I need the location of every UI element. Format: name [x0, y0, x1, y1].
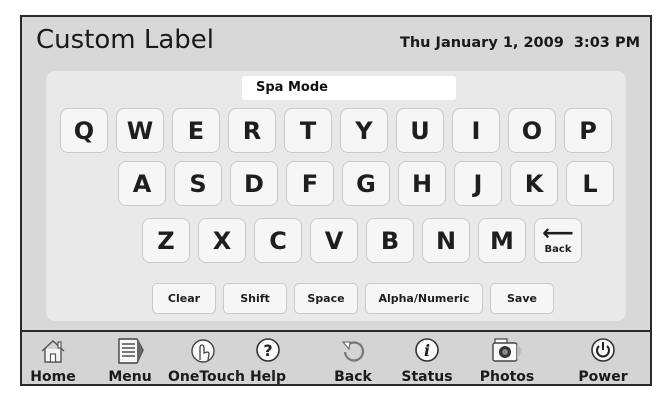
nav-menu-label: Menu — [108, 369, 152, 385]
key-d[interactable]: D — [230, 161, 278, 206]
nav-power[interactable]: Power — [568, 332, 638, 385]
backspace-label: Back — [544, 244, 572, 255]
power-icon — [591, 338, 615, 362]
time-label: 3:03 PM — [573, 35, 640, 51]
save-button[interactable]: Save — [490, 283, 554, 314]
key-f[interactable]: F — [286, 161, 334, 206]
key-b[interactable]: B — [366, 218, 414, 263]
alpha-numeric-button[interactable]: Alpha/Numeric — [365, 283, 483, 314]
key-m[interactable]: M — [478, 218, 526, 263]
status-glyph: i — [424, 341, 430, 360]
key-g[interactable]: G — [342, 161, 390, 206]
header: Custom Label Thu January 1, 2009 3:03 PM — [22, 17, 650, 69]
key-v[interactable]: V — [310, 218, 358, 263]
key-p[interactable]: P — [564, 108, 612, 153]
key-c[interactable]: C — [254, 218, 302, 263]
screen-frame: Custom Label Thu January 1, 2009 3:03 PM … — [20, 15, 652, 386]
key-o[interactable]: O — [508, 108, 556, 153]
space-button[interactable]: Space — [294, 283, 358, 314]
date-time: Thu January 1, 2009 3:03 PM — [400, 35, 640, 51]
key-r[interactable]: R — [228, 108, 276, 153]
backspace-key[interactable]: ⟵ Back — [534, 218, 582, 263]
key-t[interactable]: T — [284, 108, 332, 153]
home-icon — [41, 340, 65, 363]
menu-icon — [118, 338, 144, 364]
key-u[interactable]: U — [396, 108, 444, 153]
keyboard-panel: Spa Mode Q W E R T Y U I O P A S D F G H… — [46, 71, 626, 321]
help-icon: ? — [256, 338, 280, 362]
onetouch-icon — [191, 339, 215, 363]
nav-photos-label: Photos — [479, 369, 535, 385]
status-icon: i — [415, 338, 439, 362]
nav-back-label: Back — [334, 369, 372, 385]
key-x[interactable]: X — [198, 218, 246, 263]
key-z[interactable]: Z — [142, 218, 190, 263]
key-j[interactable]: J — [454, 161, 502, 206]
date-label: Thu January 1, 2009 — [399, 35, 564, 51]
key-a[interactable]: A — [118, 161, 166, 206]
nav-status[interactable]: i Status — [392, 332, 462, 385]
nav-status-label: Status — [401, 369, 453, 385]
nav-power-label: Power — [578, 369, 628, 385]
nav-onetouch-label: OneTouch — [168, 369, 245, 385]
clear-button[interactable]: Clear — [152, 283, 216, 314]
nav-home-label: Home — [30, 369, 76, 385]
key-i[interactable]: I — [452, 108, 500, 153]
help-glyph: ? — [263, 341, 272, 360]
camera-icon — [492, 338, 522, 362]
key-y[interactable]: Y — [340, 108, 388, 153]
key-s[interactable]: S — [174, 161, 222, 206]
key-k[interactable]: K — [510, 161, 558, 206]
nav-onetouch[interactable]: OneTouch — [168, 332, 245, 385]
key-q[interactable]: Q — [60, 108, 108, 153]
nav-photos[interactable]: Photos — [472, 332, 542, 385]
nav-help-label: Help — [249, 369, 287, 385]
nav-help[interactable]: ? Help — [233, 332, 303, 385]
page-title: Custom Label — [36, 25, 215, 55]
bottom-nav: Home Menu OneTouch ? Help Back i Status … — [22, 332, 650, 385]
back-icon — [341, 341, 365, 362]
key-h[interactable]: H — [398, 161, 446, 206]
nav-home[interactable]: Home — [22, 332, 88, 385]
key-l[interactable]: L — [566, 161, 614, 206]
label-input[interactable]: Spa Mode — [242, 76, 456, 100]
back-arrow-icon: ⟵ — [542, 221, 574, 246]
shift-button[interactable]: Shift — [223, 283, 287, 314]
nav-menu[interactable]: Menu — [95, 332, 165, 385]
nav-back[interactable]: Back — [318, 332, 388, 385]
key-w[interactable]: W — [116, 108, 164, 153]
key-n[interactable]: N — [422, 218, 470, 263]
key-e[interactable]: E — [172, 108, 220, 153]
